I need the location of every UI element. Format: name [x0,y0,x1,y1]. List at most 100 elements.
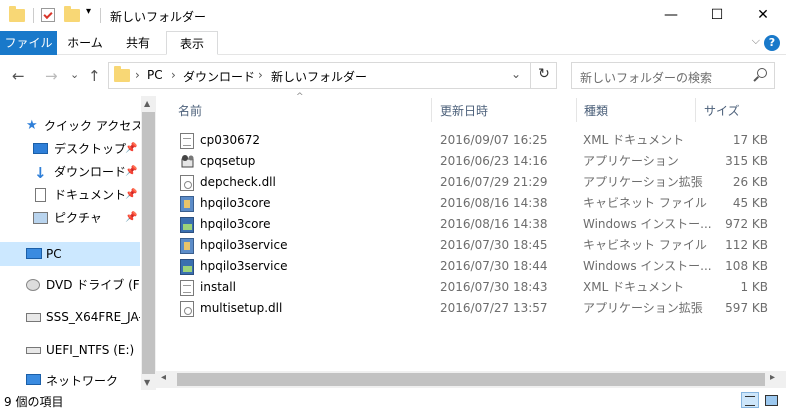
pc-icon [26,248,42,259]
nav-desktop[interactable]: デスクトップ 📌 [0,138,140,160]
file-name: cpqsetup [200,154,256,168]
column-date[interactable]: 更新日時 [440,100,488,122]
refresh-button[interactable]: ↻ [530,62,557,89]
file-list-scrollbar[interactable]: ◂ ▸ [156,371,786,388]
maximize-button[interactable]: ☐ [694,0,740,31]
nav-network[interactable]: ネットワーク [0,370,140,390]
scroll-left-icon[interactable]: ◂ [161,372,166,383]
file-row[interactable]: hpqilo3service 2016/07/30 18:45 キャビネット フ… [170,235,776,256]
column-divider[interactable] [576,98,577,122]
scroll-up-icon[interactable]: ▲ [144,99,150,108]
file-row[interactable]: install 2016/07/30 18:43 XML ドキュメント 1 KB [170,277,776,298]
nav-pc[interactable]: PC [0,242,140,266]
sort-ascending-icon: ^ [296,92,304,102]
msi-file-icon [180,217,194,233]
help-icon[interactable]: ? [764,35,780,51]
file-size: 597 KB [725,301,768,315]
nav-scrollbar-thumb[interactable] [142,112,155,374]
documents-icon [35,188,46,202]
tab-share[interactable]: 共有 [113,31,163,55]
nav-pc-label: PC [46,247,62,261]
file-type: Windows インストー... [583,259,712,273]
file-row[interactable]: cpqsetup 2016/06/23 14:16 アプリケーション 315 K… [170,151,776,172]
nav-quick-access[interactable]: ★ クイック アクセス [0,115,140,137]
usb-drive-icon [26,347,41,354]
drive-icon [26,313,41,322]
breadcrumb-new-folder[interactable]: 新しいフォルダー [271,68,367,85]
nav-scrollbar[interactable]: ▲ ▼ [141,96,156,390]
title-bar: ▾ 新しいフォルダー — ☐ ✕ [0,0,786,31]
file-name: hpqilo3core [200,217,271,231]
close-button[interactable]: ✕ [740,0,786,31]
file-list-scrollbar-thumb[interactable] [177,373,765,386]
search-input[interactable]: 新しいフォルダーの検索 [580,69,712,86]
file-row[interactable]: hpqilo3core 2016/08/16 14:38 Windows インス… [170,214,776,235]
file-row[interactable]: hpqilo3service 2016/07/30 18:44 Windows … [170,256,776,277]
scroll-down-icon[interactable]: ▼ [144,378,150,387]
recent-locations-button[interactable]: ⌄ [70,68,79,81]
tab-home[interactable]: ホーム [60,31,110,55]
search-box[interactable]: 新しいフォルダーの検索 [571,62,775,89]
large-icons-view-icon[interactable] [762,392,780,408]
address-dropdown-icon[interactable]: ⌄ [511,67,521,81]
file-date: 2016/07/30 18:44 [440,259,548,273]
nav-documents[interactable]: ドキュメント 📌 [0,184,140,206]
status-bar: 9 個の項目 [0,390,786,412]
details-view-icon[interactable] [741,392,759,408]
customize-quick-access-icon[interactable]: ▾ [86,6,91,17]
nav-downloads[interactable]: ↓ ダウンロード 📌 [0,161,140,183]
file-size: 112 KB [725,238,768,252]
tab-file[interactable]: ファイル [0,31,57,55]
file-name: cp030672 [200,133,261,147]
nav-uefi-drive[interactable]: UEFI_NTFS (E:) [0,339,140,361]
breadcrumb-downloads[interactable]: ダウンロード [183,68,255,85]
ribbon-expand-icon[interactable]: ⌵ [752,34,760,48]
column-size[interactable]: サイズ [704,100,740,122]
file-size: 315 KB [725,154,768,168]
nav-pictures[interactable]: ピクチャ 📌 [0,207,140,229]
file-size: 26 KB [732,175,768,189]
nav-uefi-drive-label: UEFI_NTFS (E:) [46,343,135,357]
file-type: アプリケーション拡張 [583,301,703,315]
file-name: hpqilo3core [200,196,271,210]
divider [100,8,101,23]
column-divider[interactable] [695,98,696,122]
file-name: depcheck.dll [200,175,276,189]
up-button[interactable]: ↑ [88,67,101,85]
download-icon: ↓ [34,164,47,182]
breadcrumb-pc[interactable]: PC [147,68,163,82]
new-folder-icon[interactable] [64,6,80,27]
folder-icon [114,66,130,82]
file-date: 2016/06/23 14:16 [440,154,548,168]
forward-button[interactable]: → [45,67,58,85]
file-size: 1 KB [740,280,768,294]
ribbon-tabs: ファイル ホーム 共有 表示 ⌵ ? [0,31,786,55]
tab-view[interactable]: 表示 [166,31,218,55]
file-size: 108 KB [725,259,768,273]
file-row[interactable]: cp030672 2016/09/07 16:25 XML ドキュメント 17 … [170,130,776,151]
properties-icon[interactable] [41,8,55,22]
search-icon[interactable] [757,68,767,78]
file-row[interactable]: depcheck.dll 2016/07/29 21:29 アプリケーション拡張… [170,172,776,193]
star-icon: ★ [26,118,38,133]
breadcrumb-separator: › [135,68,140,82]
cab-file-icon [180,196,194,212]
back-button[interactable]: ← [12,67,25,85]
address-bar[interactable]: › PC › ダウンロード › 新しいフォルダー ⌄ [108,62,557,89]
file-row[interactable]: hpqilo3core 2016/08/16 14:38 キャビネット ファイル… [170,193,776,214]
column-type[interactable]: 種類 [584,100,608,122]
file-name: hpqilo3service [200,238,288,252]
nav-dvd-drive[interactable]: DVD ドライブ (F:) SP [0,274,140,296]
file-type: Windows インストー... [583,217,712,231]
column-divider[interactable] [431,98,432,122]
file-size: 17 KB [732,133,768,147]
nav-sss-drive[interactable]: SSS_X64FRE_JA-JP [0,306,140,328]
breadcrumb-separator: › [171,68,176,82]
nav-quick-access-label: クイック アクセス [44,119,140,133]
file-type: キャビネット ファイル [583,196,707,210]
minimize-button[interactable]: — [648,0,694,31]
file-row[interactable]: multisetup.dll 2016/07/27 13:57 アプリケーション… [170,298,776,319]
pin-icon: 📌 [125,212,138,223]
column-name[interactable]: 名前 [178,100,202,122]
scroll-right-icon[interactable]: ▸ [770,372,775,383]
